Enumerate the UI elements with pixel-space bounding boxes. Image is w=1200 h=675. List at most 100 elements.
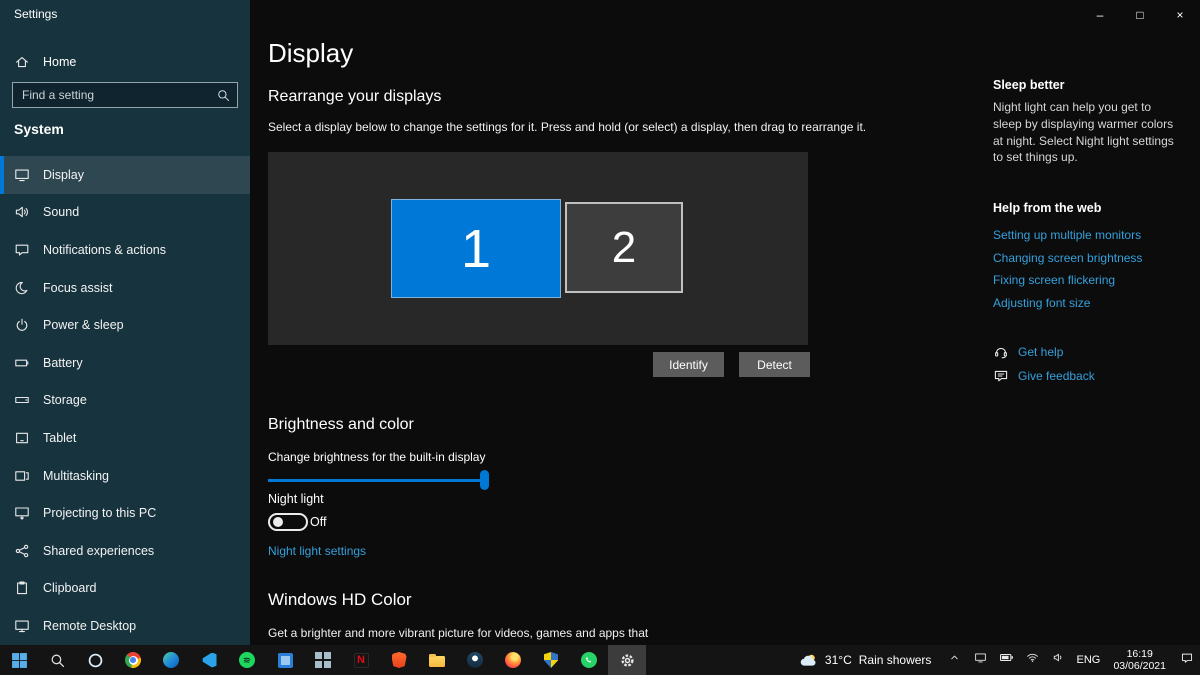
photos-icon [277,652,293,668]
display-2-box[interactable]: 2 [565,202,683,293]
sidebar-item-multitasking[interactable]: Multitasking [0,457,250,495]
taskbar-app-search[interactable] [38,645,76,675]
minimize-button[interactable]: – [1080,0,1120,30]
taskbar-app-whatsapp[interactable] [570,645,608,675]
wifi-icon [1026,651,1039,669]
sidebar-item-home[interactable]: Home [0,46,250,78]
rearrange-heading: Rearrange your displays [268,88,442,105]
get-help-row[interactable]: Get help [993,344,1063,360]
sidebar-item-sound[interactable]: Sound [0,194,250,232]
tray-volume-button[interactable] [1045,645,1071,675]
taskbar: N 31°C Rain showers ENG 16:19 03/06/2021 [0,645,1200,675]
hd-color-description: Get a brighter and more vibrant picture … [268,626,649,640]
spotify-icon [239,652,255,668]
sidebar-item-label: Display [43,167,84,182]
identify-button[interactable]: Identify [653,352,724,377]
sidebar-item-focus-assist[interactable]: Focus assist [0,269,250,307]
sidebar-item-storage[interactable]: Storage [0,382,250,420]
taskbar-app-firefox[interactable] [494,645,532,675]
taskbar-apps: N [0,645,646,675]
action-center-button[interactable] [1174,645,1200,675]
display-2-number: 2 [611,222,637,272]
sidebar-item-label: Sound [43,205,80,220]
projecting-icon [14,505,30,521]
volume-icon [1052,651,1065,669]
tray-expand-button[interactable] [941,645,967,675]
detect-button[interactable]: Detect [739,352,810,377]
taskbar-app-steam[interactable] [456,645,494,675]
firefox-icon [505,652,521,668]
tray-network-button[interactable] [1019,645,1045,675]
language-indicator[interactable]: ENG [1071,654,1105,666]
sidebar-item-display[interactable]: Display [0,156,250,194]
night-light-label: Night light [268,492,324,506]
give-feedback-row[interactable]: Give feedback [993,368,1095,384]
taskbar-app-start[interactable] [0,645,38,675]
sidebar-section-title: System [14,121,64,137]
window-title: Settings [14,7,58,21]
slider-thumb[interactable] [479,470,489,490]
search-icon[interactable] [209,88,237,103]
taskbar-app-file-explorer[interactable] [418,645,456,675]
notifications-icon [14,242,30,258]
taskbar-app-spotify[interactable] [228,645,266,675]
close-button[interactable]: × [1160,0,1200,30]
night-light-toggle[interactable] [268,513,308,531]
taskbar-app-vscode[interactable] [190,645,228,675]
taskbar-app-photos[interactable] [266,645,304,675]
help-link-changing-screen-brightness[interactable]: Changing screen brightness [993,251,1142,265]
battery-icon [14,355,30,371]
chrome-icon [125,652,141,668]
sidebar-item-label: Shared experiences [43,543,155,558]
sidebar-item-label: Storage [43,393,87,408]
page-title: Display [268,38,354,68]
get-help-icon [993,344,1009,360]
display-1-box[interactable]: 1 [391,199,561,298]
help-link-adjusting-font-size[interactable]: Adjusting font size [993,296,1142,310]
maximize-button[interactable]: □ [1120,0,1160,30]
rearrange-description: Select a display below to change the set… [268,120,867,134]
action-center-icon [1180,651,1194,670]
clock-date: 03/06/2021 [1113,660,1166,672]
sidebar-item-tablet[interactable]: Tablet [0,419,250,457]
taskbar-app-netflix[interactable]: N [342,645,380,675]
toggle-knob [273,517,283,527]
sidebar-item-notifications-actions[interactable]: Notifications & actions [0,231,250,269]
sidebar-item-projecting-to-this-pc[interactable]: Projecting to this PC [0,494,250,532]
clock[interactable]: 16:19 03/06/2021 [1105,648,1174,672]
help-from-web-heading: Help from the web [993,201,1102,215]
night-light-settings-link[interactable]: Night light settings [268,544,366,558]
taskbar-app-cortana[interactable] [76,645,114,675]
tray-battery-button[interactable] [993,645,1019,675]
sidebar-item-battery[interactable]: Battery [0,344,250,382]
get-help-link: Get help [1018,345,1064,359]
taskbar-app-settings[interactable] [608,645,646,675]
shared-experiences-icon [14,543,30,559]
taskbar-weather[interactable]: 31°C Rain showers [789,645,942,675]
sidebar-item-remote-desktop[interactable]: Remote Desktop [0,607,250,645]
power-icon [14,317,30,333]
taskbar-app-brave[interactable] [380,645,418,675]
taskbar-app-chrome[interactable] [114,645,152,675]
window-controls: – □ × [1080,0,1200,30]
search-input[interactable] [13,83,209,107]
sidebar-item-label: Projecting to this PC [43,506,157,521]
sidebar-item-power-sleep[interactable]: Power & sleep [0,306,250,344]
tray-monitor-button[interactable] [967,645,993,675]
brightness-slider[interactable] [268,470,489,490]
slider-fill [268,479,485,482]
help-link-setting-up-multiple-monitors[interactable]: Setting up multiple monitors [993,228,1142,242]
taskbar-spacer [646,645,789,675]
taskbar-app-edge[interactable] [152,645,190,675]
help-link-fixing-screen-flickering[interactable]: Fixing screen flickering [993,273,1142,287]
sidebar-item-clipboard[interactable]: Clipboard [0,570,250,608]
night-light-state: Off [310,515,327,529]
display-1-number: 1 [460,218,492,279]
taskbar-app-tiles[interactable] [304,645,342,675]
system-tray: ENG 16:19 03/06/2021 [941,645,1200,675]
give-feedback-link: Give feedback [1018,369,1095,383]
settings-main: – □ × Display Rearrange your displays Se… [250,0,1200,645]
sidebar-item-shared-experiences[interactable]: Shared experiences [0,532,250,570]
weather-condition: Rain showers [858,653,932,667]
taskbar-app-security[interactable] [532,645,570,675]
